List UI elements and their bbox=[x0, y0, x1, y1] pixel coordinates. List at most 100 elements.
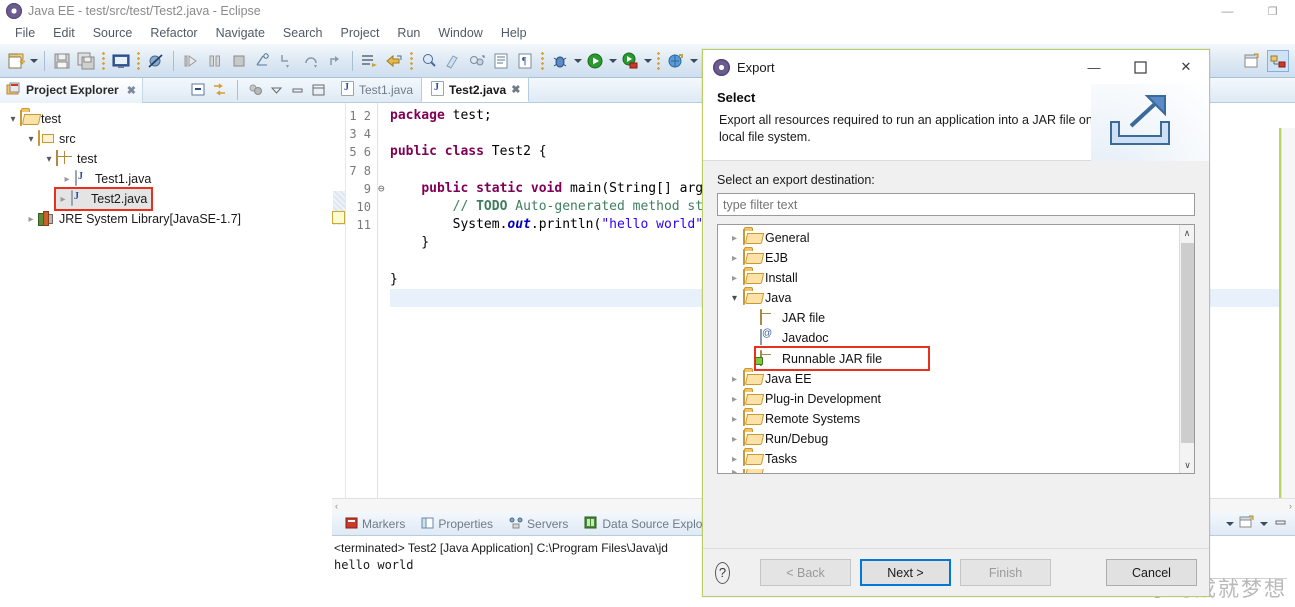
dialog-maximize-button[interactable] bbox=[1117, 50, 1163, 84]
tab-test1-java[interactable]: Test1.java bbox=[332, 77, 421, 102]
tree-item-src[interactable]: ▾ src bbox=[0, 129, 332, 149]
back-button[interactable]: < Back bbox=[760, 559, 851, 586]
menu-file[interactable]: File bbox=[6, 24, 44, 42]
console-menu-icon[interactable] bbox=[1258, 513, 1269, 535]
step-over-icon[interactable] bbox=[300, 50, 322, 72]
minimize-button[interactable]: — bbox=[1205, 0, 1250, 22]
chevron-down-icon[interactable]: ▾ bbox=[726, 293, 743, 304]
skip-breakpoints-icon[interactable] bbox=[145, 50, 167, 72]
open-perspective-icon[interactable] bbox=[1241, 50, 1263, 72]
dialog-close-button[interactable]: ✕ bbox=[1163, 50, 1209, 84]
export-destination-tree[interactable]: ▸ General ▸ EJB ▸ Install ▾ Java JAR fil… bbox=[717, 224, 1195, 474]
tree-item-javadoc[interactable]: Javadoc bbox=[718, 328, 1194, 348]
tree-item-test2-java[interactable]: ▸ Test2.java bbox=[0, 187, 332, 211]
collapse-all-icon[interactable] bbox=[190, 82, 207, 99]
menu-window[interactable]: Window bbox=[429, 24, 491, 42]
maximize-icon[interactable] bbox=[310, 82, 327, 99]
editor-vertical-scrollbar[interactable] bbox=[1281, 128, 1295, 537]
step-into-icon[interactable] bbox=[276, 50, 298, 72]
save-icon[interactable] bbox=[51, 50, 73, 72]
menu-help[interactable]: Help bbox=[492, 24, 536, 42]
finish-button[interactable]: Finish bbox=[960, 559, 1051, 586]
chevron-right-icon[interactable]: ▸ bbox=[24, 214, 38, 225]
help-button[interactable]: ? bbox=[715, 561, 730, 584]
tree-item-tasks[interactable]: ▸ Tasks bbox=[718, 449, 1194, 469]
scroll-right-icon[interactable]: › bbox=[1286, 501, 1295, 511]
dialog-minimize-button[interactable]: — bbox=[1071, 50, 1117, 84]
tree-item-ejb[interactable]: ▸ EJB bbox=[718, 248, 1194, 268]
folding-column[interactable]: ⊖ bbox=[378, 103, 390, 512]
menu-run[interactable]: Run bbox=[388, 24, 429, 42]
tab-markers[interactable]: Markers bbox=[338, 512, 412, 536]
toolbar-drag-handle-4[interactable] bbox=[540, 50, 545, 71]
annotation-ruler[interactable] bbox=[332, 103, 346, 512]
run-icon[interactable] bbox=[584, 50, 606, 72]
focus-on-active-task-icon[interactable] bbox=[247, 82, 264, 99]
chevron-right-icon[interactable]: ▸ bbox=[56, 194, 70, 205]
tab-properties[interactable]: Properties bbox=[414, 512, 500, 536]
tree-item-jar-file[interactable]: JAR file bbox=[718, 308, 1194, 328]
new-wizard-icon[interactable] bbox=[5, 50, 27, 72]
restore-button[interactable]: ❐ bbox=[1250, 0, 1295, 22]
chevron-down-icon[interactable]: ▾ bbox=[24, 134, 38, 145]
chevron-right-icon[interactable]: ▸ bbox=[726, 374, 743, 385]
tree-item-install[interactable]: ▸ Install bbox=[718, 268, 1194, 288]
menu-edit[interactable]: Edit bbox=[44, 24, 84, 42]
tree-item-jre-system-library[interactable]: ▸ JRE System Library [JavaSE-1.7] bbox=[0, 209, 332, 229]
scrollbar-thumb[interactable] bbox=[1181, 243, 1194, 443]
filter-input[interactable] bbox=[717, 193, 1195, 216]
toolbar-drag-handle-2[interactable] bbox=[136, 50, 141, 71]
tab-servers[interactable]: Servers bbox=[502, 512, 575, 536]
tree-item-general[interactable]: ▸ General bbox=[718, 228, 1194, 248]
brush-icon[interactable] bbox=[442, 50, 464, 72]
tree-item-partial[interactable]: ▸ bbox=[718, 469, 1194, 473]
chevron-right-icon[interactable]: ▸ bbox=[726, 233, 743, 244]
toolbar-drag-handle-5[interactable] bbox=[656, 50, 661, 71]
run-server-icon[interactable] bbox=[619, 50, 641, 72]
resume-icon[interactable] bbox=[180, 50, 202, 72]
new-wizard-dropdown-icon[interactable] bbox=[28, 50, 39, 72]
menu-navigate[interactable]: Navigate bbox=[207, 24, 274, 42]
tree-item-remote-systems[interactable]: ▸ Remote Systems bbox=[718, 409, 1194, 429]
open-console-icon[interactable] bbox=[1238, 514, 1255, 533]
menu-source[interactable]: Source bbox=[84, 24, 142, 42]
suspend-icon[interactable] bbox=[204, 50, 226, 72]
minimize-icon[interactable] bbox=[289, 82, 306, 99]
external-tools-icon[interactable] bbox=[665, 50, 687, 72]
tree-item-java[interactable]: ▾ Java bbox=[718, 288, 1194, 308]
menu-refactor[interactable]: Refactor bbox=[141, 24, 206, 42]
tab-test2-java[interactable]: Test2.java ✖ bbox=[421, 77, 530, 102]
minimize-icon[interactable] bbox=[1272, 514, 1289, 533]
tree-item-test-project[interactable]: ▾ test bbox=[0, 109, 332, 129]
run-server-dropdown-icon[interactable] bbox=[642, 50, 653, 72]
tree-item-runnable-jar-file[interactable]: Runnable JAR file bbox=[754, 346, 930, 371]
scroll-down-icon[interactable]: ∨ bbox=[1180, 457, 1194, 473]
disconnect-icon[interactable] bbox=[252, 50, 274, 72]
open-task-icon[interactable] bbox=[359, 50, 381, 72]
open-type-icon[interactable] bbox=[383, 50, 405, 72]
chevron-right-icon[interactable]: ▸ bbox=[60, 174, 74, 185]
menu-search[interactable]: Search bbox=[274, 24, 332, 42]
toolbar-drag-handle[interactable] bbox=[101, 50, 106, 71]
chevron-right-icon[interactable]: ▸ bbox=[726, 414, 743, 425]
debug-icon[interactable] bbox=[549, 50, 571, 72]
scroll-left-icon[interactable]: ‹ bbox=[332, 501, 341, 511]
step-return-icon[interactable] bbox=[324, 50, 346, 72]
search-icon[interactable] bbox=[418, 50, 440, 72]
tree-item-run-debug[interactable]: ▸ Run/Debug bbox=[718, 429, 1194, 449]
chevron-right-icon[interactable]: ▸ bbox=[726, 454, 743, 465]
run-dropdown-icon[interactable] bbox=[607, 50, 618, 72]
cancel-button[interactable]: Cancel bbox=[1106, 559, 1197, 586]
next-button[interactable]: Next > bbox=[860, 559, 951, 586]
toggle-block-icon[interactable] bbox=[490, 50, 512, 72]
chevron-right-icon[interactable]: ▸ bbox=[726, 253, 743, 264]
link-icon[interactable] bbox=[466, 50, 488, 72]
close-icon[interactable]: ✖ bbox=[511, 83, 520, 96]
external-tools-dropdown-icon[interactable] bbox=[688, 50, 699, 72]
chevron-down-icon[interactable]: ▾ bbox=[6, 114, 20, 125]
chevron-right-icon[interactable]: ▸ bbox=[726, 434, 743, 445]
tab-data-source-explorer[interactable]: Data Source Explo bbox=[577, 512, 709, 536]
chevron-down-icon[interactable]: ▾ bbox=[42, 154, 56, 165]
mark-occurrences-icon[interactable]: ¶ bbox=[514, 50, 536, 72]
chevron-right-icon[interactable]: ▸ bbox=[726, 394, 743, 405]
